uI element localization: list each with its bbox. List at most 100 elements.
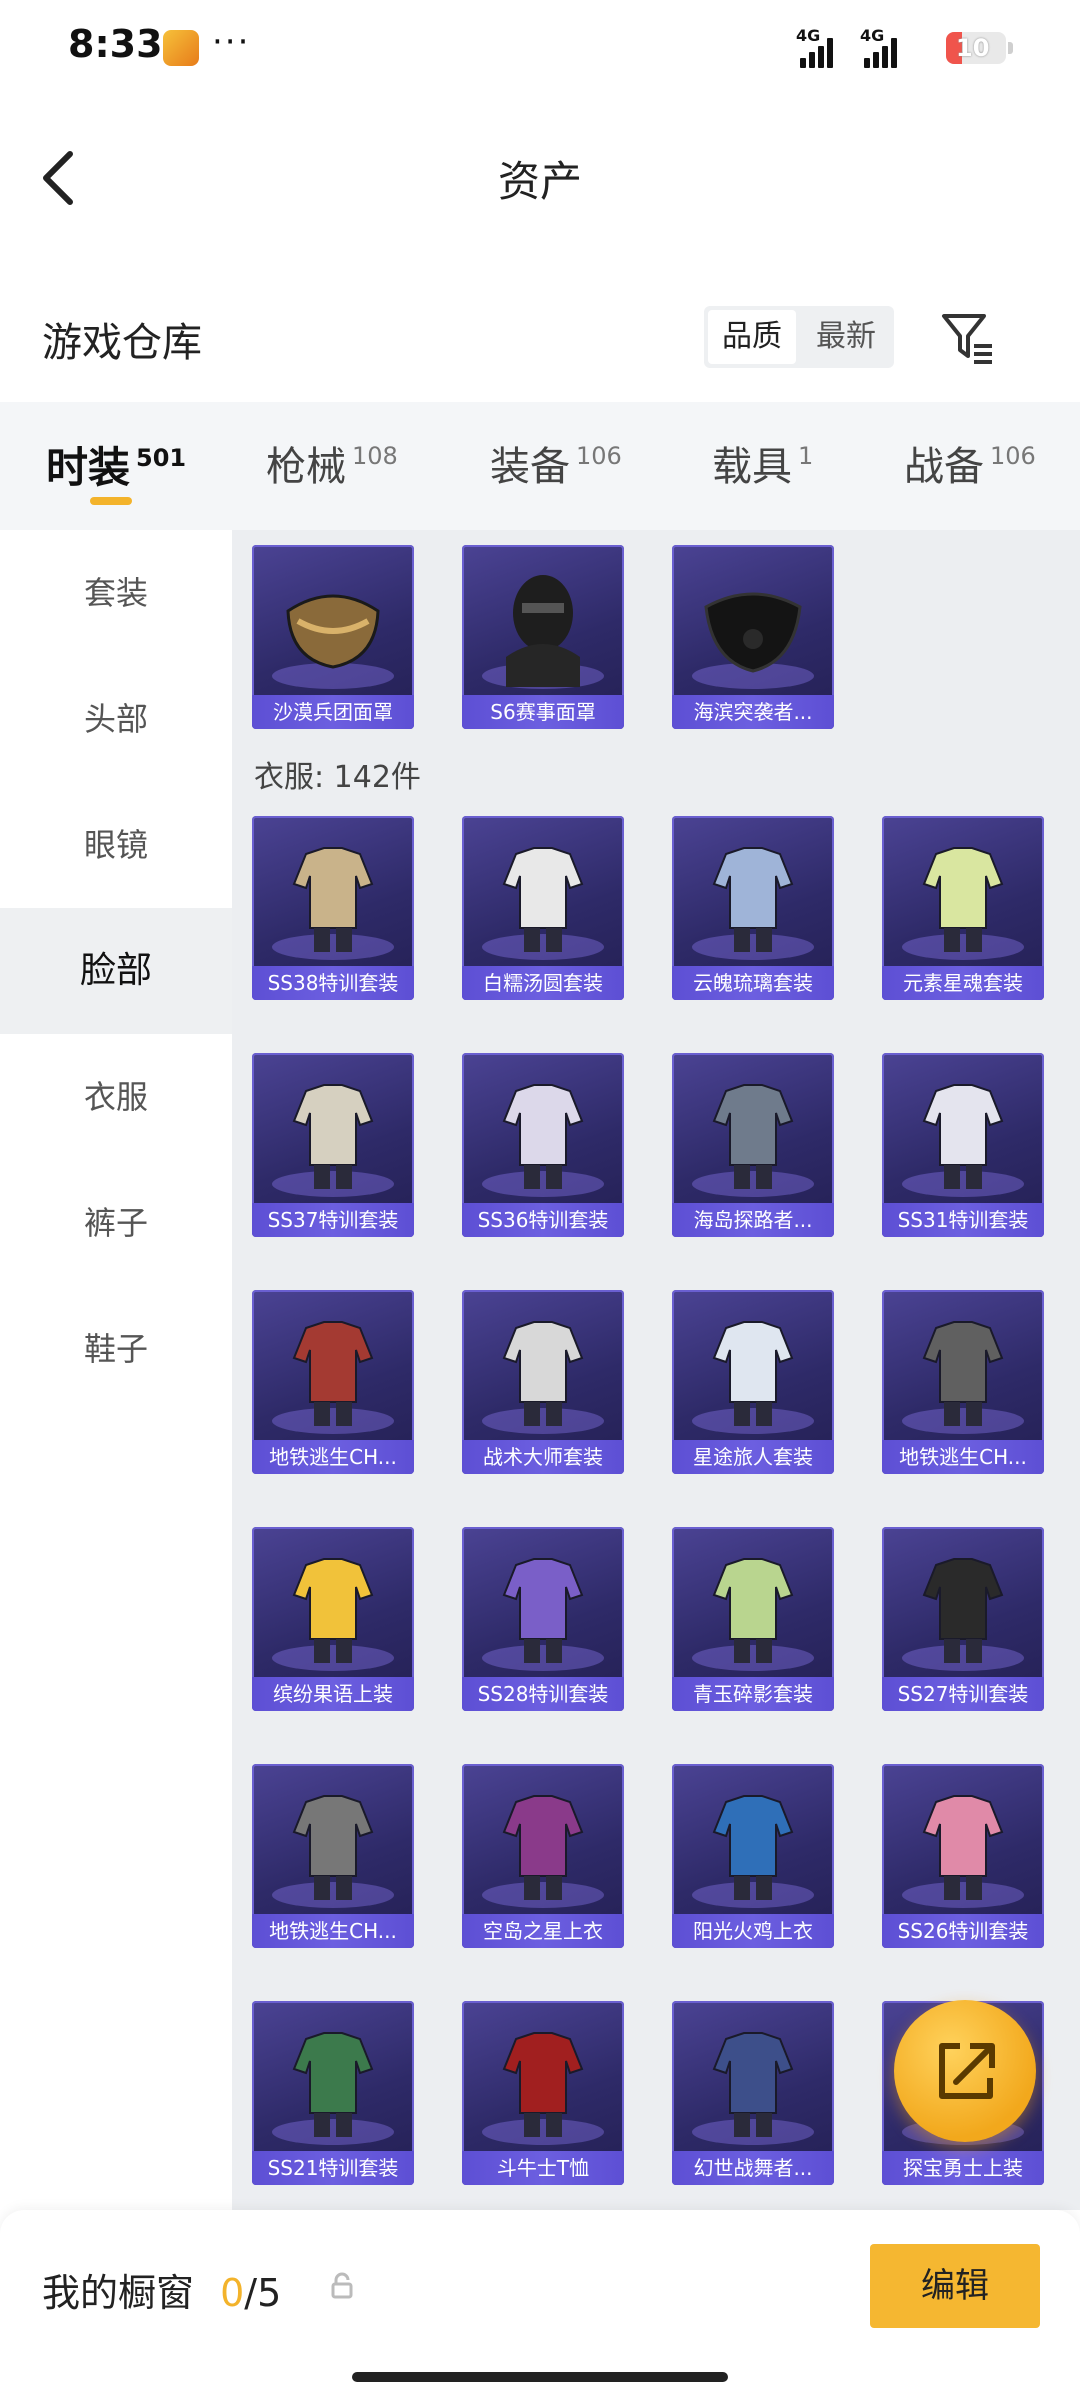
clothes-item-card[interactable]: 缤纷果语上装: [252, 1527, 414, 1711]
item-name: 探宝勇士上装: [882, 2151, 1044, 2185]
clothes-item-card[interactable]: SS26特训套装: [882, 1764, 1044, 1948]
item-thumbnail: [712, 1795, 794, 1900]
status-bar: 8:33 ··· 4G 4G 10: [0, 0, 1080, 100]
tab-fashion[interactable]: 时装 501: [46, 434, 186, 495]
clothes-item-card[interactable]: 云魄琉璃套装: [672, 816, 834, 1000]
share-button[interactable]: [894, 2000, 1036, 2142]
showcase-total: /5: [244, 2271, 282, 2315]
item-thumbnail: [292, 1795, 374, 1900]
sidebar: 套装 头部 眼镜 脸部 衣服 裤子 鞋子: [0, 530, 232, 2210]
share-icon: [939, 2043, 995, 2099]
item-thumbnail: [922, 1795, 1004, 1900]
clothes-item-card[interactable]: SS38特训套装: [252, 816, 414, 1000]
clothes-item-card[interactable]: 幻世战舞者...: [672, 2001, 834, 2185]
item-thumbnail: [286, 594, 380, 669]
item-thumbnail: [502, 1558, 584, 1663]
active-tab-indicator: [90, 497, 132, 505]
item-name: 地铁逃生CH...: [252, 1914, 414, 1948]
tab-vehicles[interactable]: 载具 1: [712, 434, 813, 492]
item-name: SS31特训套装: [882, 1203, 1044, 1237]
clothes-item-card[interactable]: 地铁逃生CH...: [882, 1290, 1044, 1474]
clothes-section-label: 衣服: 142件: [254, 760, 421, 795]
clothes-item-card[interactable]: 地铁逃生CH...: [252, 1764, 414, 1948]
clothes-item-card[interactable]: 地铁逃生CH...: [252, 1290, 414, 1474]
sidebar-item-head[interactable]: 头部: [0, 656, 232, 782]
clothes-item-card[interactable]: 阳光火鸡上衣: [672, 1764, 834, 1948]
item-thumbnail: [506, 575, 580, 687]
clothes-item-card[interactable]: SS21特训套装: [252, 2001, 414, 2185]
face-item-card[interactable]: S6赛事面罩: [462, 545, 624, 729]
showcase-current-count: 0: [220, 2271, 245, 2315]
filter-icon[interactable]: [940, 310, 996, 366]
item-name: SS28特训套装: [462, 1677, 624, 1711]
sidebar-item-pants[interactable]: 裤子: [0, 1160, 232, 1286]
clothes-item-card[interactable]: 白糯汤圆套装: [462, 816, 624, 1000]
item-thumbnail: [712, 847, 794, 952]
item-thumbnail: [292, 1084, 374, 1189]
sidebar-item-face[interactable]: 脸部: [0, 908, 232, 1034]
item-name: 斗牛士T恤: [462, 2151, 624, 2185]
item-name: SS37特训套装: [252, 1203, 414, 1237]
item-thumbnail: [502, 2032, 584, 2137]
battery-icon: 10: [946, 32, 1006, 64]
item-name: 沙漠兵团面罩: [252, 695, 414, 729]
edit-button[interactable]: 编辑: [870, 2244, 1040, 2328]
item-thumbnail: [292, 1321, 374, 1426]
sort-quality-button[interactable]: 品质: [708, 310, 796, 364]
item-name: 阳光火鸡上衣: [672, 1914, 834, 1948]
sidebar-item-clothes[interactable]: 衣服: [0, 1034, 232, 1160]
item-name: 青玉碎影套装: [672, 1677, 834, 1711]
clothes-item-card[interactable]: SS28特训套装: [462, 1527, 624, 1711]
item-name: SS27特训套装: [882, 1677, 1044, 1711]
item-grid: 衣服: 142件 沙漠兵团面罩 S6赛事面罩 海滨突袭者... SS38特训套装 白糯汤…: [232, 530, 1080, 2210]
status-time: 8:33: [68, 22, 163, 66]
status-more: ···: [212, 22, 251, 62]
sort-toggle: 品质 最新: [704, 306, 894, 368]
item-name: SS36特训套装: [462, 1203, 624, 1237]
clothes-item-card[interactable]: 斗牛士T恤: [462, 2001, 624, 2185]
signal-icon-2: 4G: [860, 26, 900, 68]
sidebar-item-suits[interactable]: 套装: [0, 530, 232, 656]
item-thumbnail: [292, 1558, 374, 1663]
clothes-item-card[interactable]: 星途旅人套装: [672, 1290, 834, 1474]
item-name: S6赛事面罩: [462, 695, 624, 729]
clothes-item-card[interactable]: SS36特训套装: [462, 1053, 624, 1237]
item-thumbnail: [292, 2032, 374, 2137]
item-name: SS38特训套装: [252, 966, 414, 1000]
item-name: 地铁逃生CH...: [882, 1440, 1044, 1474]
clothes-item-card[interactable]: SS31特训套装: [882, 1053, 1044, 1237]
tab-equipment[interactable]: 装备 106: [490, 434, 622, 492]
item-thumbnail: [712, 1321, 794, 1426]
sort-newest-button[interactable]: 最新: [802, 310, 890, 364]
clothes-item-card[interactable]: 青玉碎影套装: [672, 1527, 834, 1711]
clothes-item-card[interactable]: 空岛之星上衣: [462, 1764, 624, 1948]
signal-icon: 4G: [796, 26, 836, 68]
item-thumbnail: [292, 847, 374, 952]
face-item-card[interactable]: 海滨突袭者...: [672, 545, 834, 729]
face-item-card[interactable]: 沙漠兵团面罩: [252, 545, 414, 729]
item-thumbnail: [712, 1558, 794, 1663]
clothes-item-card[interactable]: 海岛探路者...: [672, 1053, 834, 1237]
item-thumbnail: [502, 847, 584, 952]
warehouse-title: 游戏仓库: [42, 320, 202, 366]
item-name: 幻世战舞者...: [672, 2151, 834, 2185]
tab-supplies[interactable]: 战备 106: [904, 434, 1036, 492]
item-name: 缤纷果语上装: [252, 1677, 414, 1711]
tab-guns[interactable]: 枪械 108: [266, 434, 398, 492]
sidebar-item-glasses[interactable]: 眼镜: [0, 782, 232, 908]
item-name: SS21特训套装: [252, 2151, 414, 2185]
item-name: 海岛探路者...: [672, 1203, 834, 1237]
clothes-item-card[interactable]: SS27特训套装: [882, 1527, 1044, 1711]
page-title: 资产: [497, 157, 582, 206]
clothes-item-card[interactable]: SS37特训套装: [252, 1053, 414, 1237]
sidebar-item-shoes[interactable]: 鞋子: [0, 1286, 232, 1412]
item-name: 云魄琉璃套装: [672, 966, 834, 1000]
clothes-item-card[interactable]: 战术大师套装: [462, 1290, 624, 1474]
item-name: 元素星魂套装: [882, 966, 1044, 1000]
item-name: 空岛之星上衣: [462, 1914, 624, 1948]
item-thumbnail: [502, 1321, 584, 1426]
clothes-item-card[interactable]: 元素星魂套装: [882, 816, 1044, 1000]
item-thumbnail: [922, 1321, 1004, 1426]
showcase-label: 我的橱窗 0/5: [42, 2271, 282, 2315]
item-name: 海滨突袭者...: [672, 695, 834, 729]
